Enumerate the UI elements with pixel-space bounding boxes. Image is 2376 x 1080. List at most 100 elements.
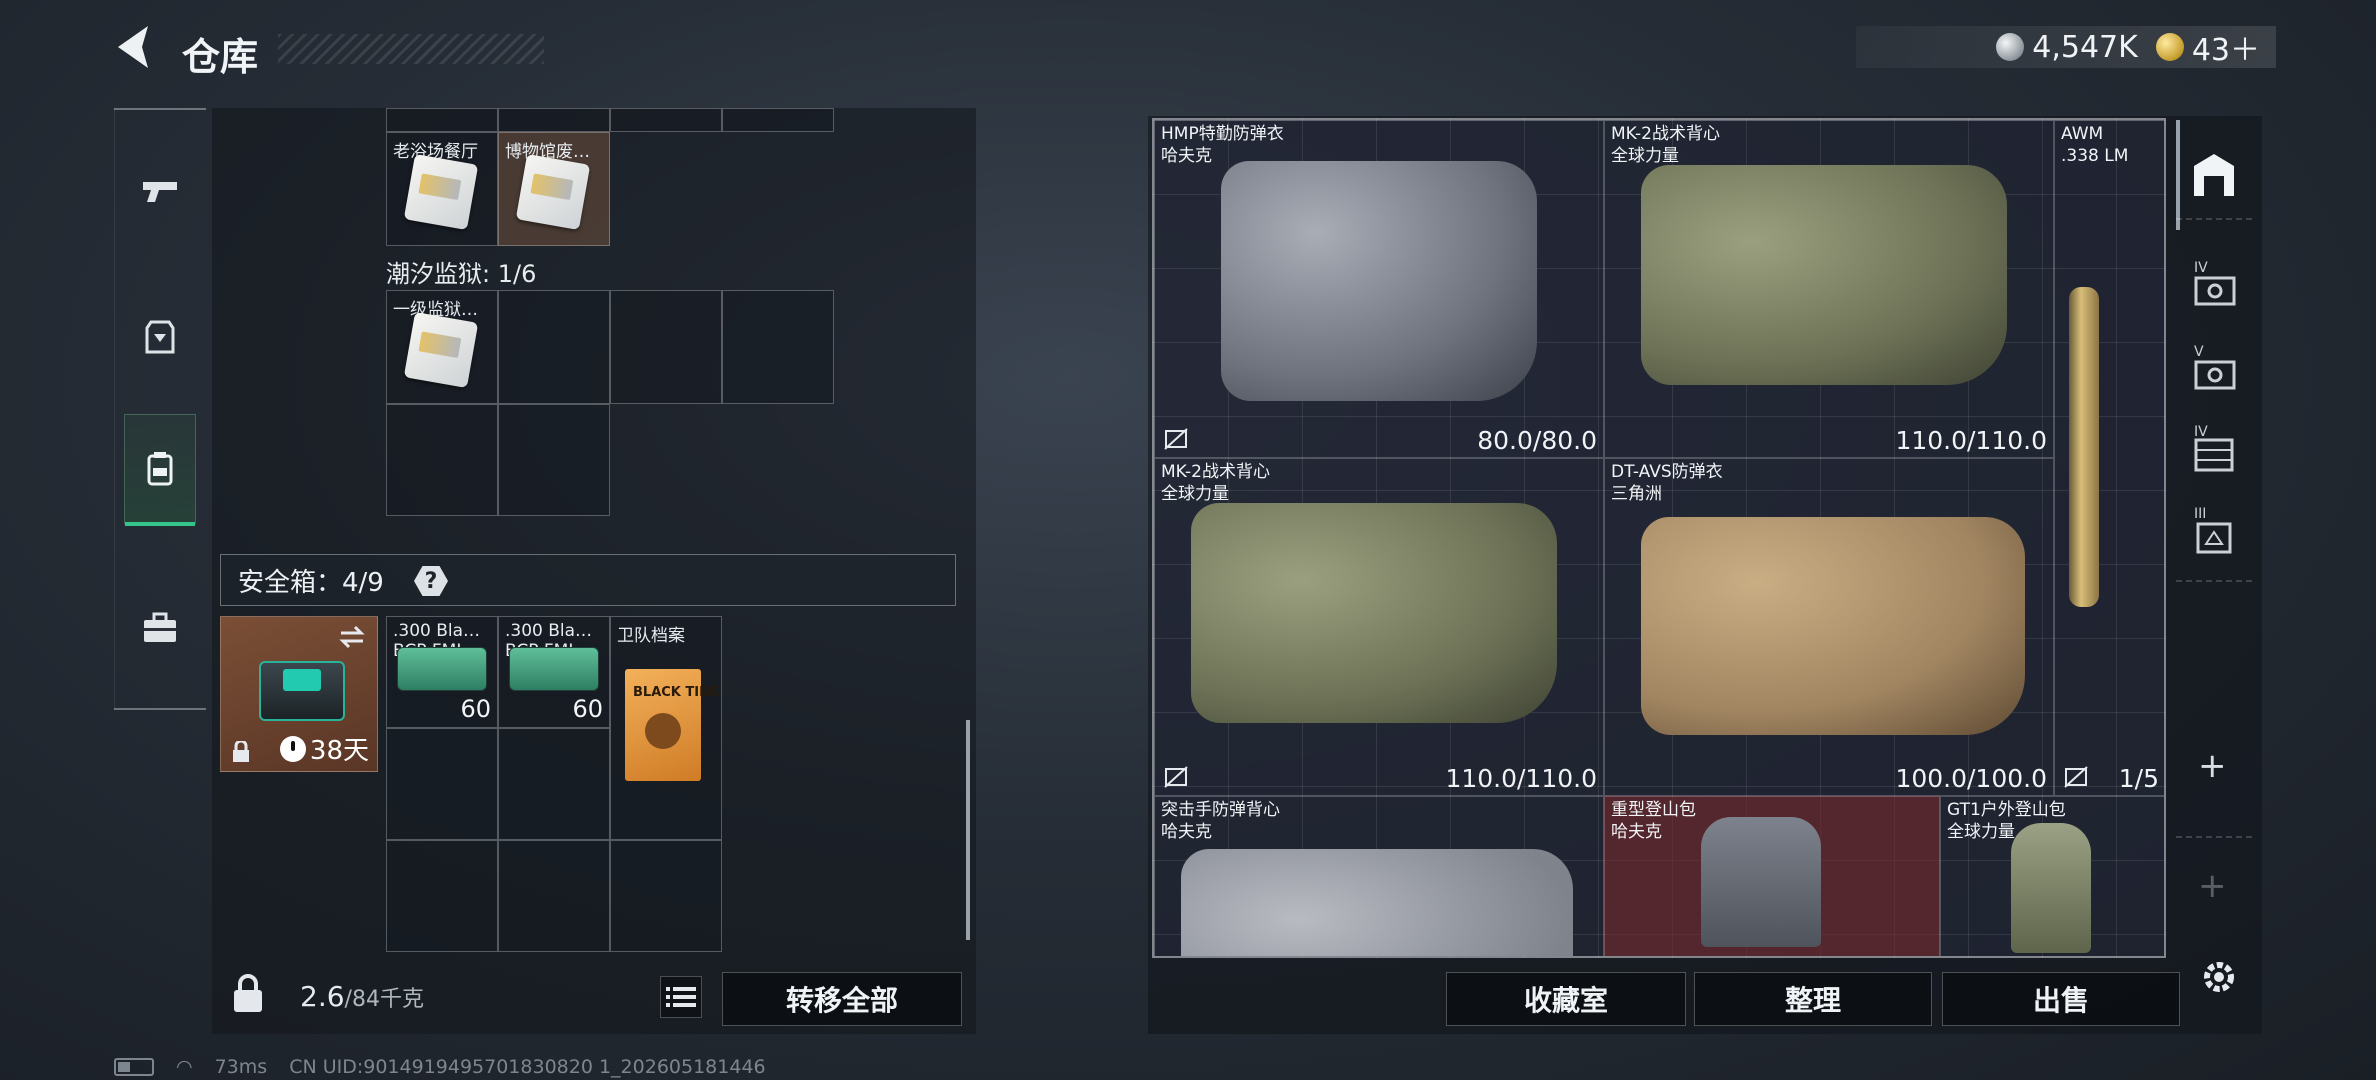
- armor-icon: [145, 320, 175, 354]
- swap-icon[interactable]: [337, 625, 367, 649]
- safe-item-ammo[interactable]: .300 Bla… BCP FMJ 60: [386, 616, 498, 728]
- stash-item-card[interactable]: 一级监狱…: [386, 290, 498, 404]
- currency-gold[interactable]: 43＋: [2155, 25, 2260, 69]
- inventory-item[interactable]: DT-AVS防弹衣 三角洲 100.0/100.0: [1604, 458, 2054, 796]
- rail-item-tier-iii[interactable]: III: [2180, 500, 2248, 570]
- inventory-item[interactable]: 重型登山包 哈夫克: [1604, 796, 1940, 956]
- item-count: 1/5: [2118, 764, 2159, 793]
- grid-cell[interactable]: [498, 108, 610, 132]
- item-durability: 80.0/80.0: [1477, 426, 1597, 455]
- grid-cell[interactable]: [498, 404, 610, 516]
- item-durability: 100.0/100.0: [1895, 764, 2047, 793]
- rifle-image: [2069, 287, 2099, 607]
- settings-gear-icon[interactable]: [2198, 956, 2240, 998]
- backpack-icon: [147, 452, 173, 486]
- tier-label: IV: [2194, 424, 2208, 440]
- no-insure-icon: [1164, 766, 1188, 788]
- back-button[interactable]: [112, 22, 160, 72]
- item-name: MK-2战术背心 全球力量: [1161, 462, 1270, 504]
- grid-cell[interactable]: [610, 108, 722, 132]
- grid-cell[interactable]: [610, 290, 722, 404]
- grid-cell[interactable]: [498, 728, 610, 840]
- collection-room-button[interactable]: 收藏室: [1446, 972, 1686, 1026]
- gold-coin-icon: [2155, 33, 2184, 61]
- weight-indicator: 2.6/84千克: [300, 980, 424, 1013]
- armor-image: [1641, 517, 2025, 735]
- item-name: AWM .338 LM: [2061, 124, 2129, 166]
- item-name: DT-AVS防弹衣 三角洲: [1611, 462, 1723, 504]
- document-title: BLACK TIDE: [633, 685, 719, 700]
- pistol-icon: [143, 182, 177, 202]
- safe-box-container[interactable]: 38天: [220, 616, 378, 772]
- stash-item-card[interactable]: 博物馆废…: [498, 132, 610, 246]
- inventory-item[interactable]: MK-2战术背心 全球力量 110.0/110.0: [1154, 458, 1604, 796]
- inventory-item[interactable]: AWM .338 LM 1/5: [2054, 120, 2164, 796]
- currency-bar: 4,547K 43＋: [1856, 26, 2276, 68]
- armor-image: [1181, 849, 1573, 956]
- grid-cell[interactable]: [722, 108, 834, 132]
- rail-item-backpack[interactable]: [124, 414, 196, 526]
- rail-item-stash[interactable]: [2180, 140, 2248, 210]
- weight-lock-icon: [234, 974, 262, 1012]
- safe-item-document[interactable]: 卫队档案 BLACK TIDE: [610, 616, 722, 840]
- rail-item-tier-iv[interactable]: IV: [2180, 254, 2248, 324]
- prison-section-label: 潮汐监狱: 1/6: [386, 260, 537, 288]
- rail-item-weapons[interactable]: [124, 136, 196, 246]
- safe-item-ammo[interactable]: .300 Bla… BCP FMJ 60: [498, 616, 610, 728]
- rail-divider: [114, 108, 206, 110]
- access-card-icon: [403, 311, 479, 389]
- add-container-button[interactable]: +: [2198, 746, 2227, 786]
- rail-divider: [114, 708, 206, 710]
- inventory-item[interactable]: GT1户外登山包 全球力量: [1940, 796, 2164, 956]
- ammo-box-icon: [509, 647, 599, 691]
- grid-cell[interactable]: [386, 404, 498, 516]
- item-count: 60: [460, 695, 491, 723]
- organize-button[interactable]: 整理: [1694, 972, 1932, 1026]
- list-view-button[interactable]: [660, 976, 702, 1018]
- list-icon: [666, 987, 696, 1007]
- silver-amount: 4,547K: [2032, 29, 2138, 65]
- safe-box-label: 安全箱：4/9: [238, 568, 384, 598]
- grid-cell[interactable]: [386, 840, 498, 952]
- tier-label: IV: [2194, 260, 2208, 276]
- item-label: 卫队档案: [617, 626, 685, 646]
- armor-image: [1191, 503, 1557, 723]
- expiry-days: 38天: [309, 736, 369, 766]
- item-name: 重型登山包 哈夫克: [1611, 800, 1696, 842]
- status-bar: ◠ 73ms CN UID:9014919495701830820 1_2026…: [114, 1056, 766, 1078]
- rail-divider: [2176, 836, 2252, 838]
- grid-cell[interactable]: [610, 840, 722, 952]
- add-container-button-disabled[interactable]: +: [2198, 866, 2227, 906]
- grid-cell[interactable]: [722, 290, 834, 404]
- inventory-item[interactable]: MK-2战术背心 全球力量 110.0/110.0: [1604, 120, 2054, 458]
- inventory-item[interactable]: HMP特勤防弹衣 哈夫克 80.0/80.0: [1154, 120, 1604, 458]
- sell-button[interactable]: 出售: [1942, 972, 2180, 1026]
- inventory-item[interactable]: 突击手防弹背心 哈夫克: [1154, 796, 1604, 956]
- wifi-icon: ◠: [176, 1056, 193, 1078]
- rail-divider: [2176, 218, 2252, 220]
- backpack-image: [1701, 817, 1821, 947]
- grid-cell[interactable]: [498, 290, 610, 404]
- rail-item-tier-iv-b[interactable]: IV: [2180, 418, 2248, 488]
- stash-item-card[interactable]: 老浴场餐厅: [386, 132, 498, 246]
- item-name: GT1户外登山包 全球力量: [1947, 800, 2066, 842]
- rail-item-tier-v[interactable]: V: [2180, 338, 2248, 408]
- tier-label: III: [2194, 506, 2207, 522]
- transfer-all-button[interactable]: 转移全部: [722, 972, 962, 1026]
- rail-item-briefcase[interactable]: [124, 574, 196, 684]
- access-card-icon: [515, 153, 591, 231]
- stash-scrollbar[interactable]: [966, 720, 970, 940]
- ping-value: 73ms: [214, 1056, 268, 1078]
- grid-cell[interactable]: [386, 728, 498, 840]
- safe-box-icon: [259, 661, 345, 721]
- tier-label: V: [2194, 344, 2204, 360]
- access-card-icon: [403, 153, 479, 231]
- grid-cell[interactable]: [386, 108, 498, 132]
- item-name: MK-2战术背心 全球力量: [1611, 124, 1720, 166]
- currency-silver[interactable]: 4,547K: [1996, 30, 2138, 65]
- gold-amount: 43＋: [2191, 33, 2260, 68]
- grid-cell[interactable]: [498, 840, 610, 952]
- item-count: 60: [572, 695, 603, 723]
- item-durability: 110.0/110.0: [1895, 426, 2047, 455]
- rail-item-armor[interactable]: [124, 282, 196, 392]
